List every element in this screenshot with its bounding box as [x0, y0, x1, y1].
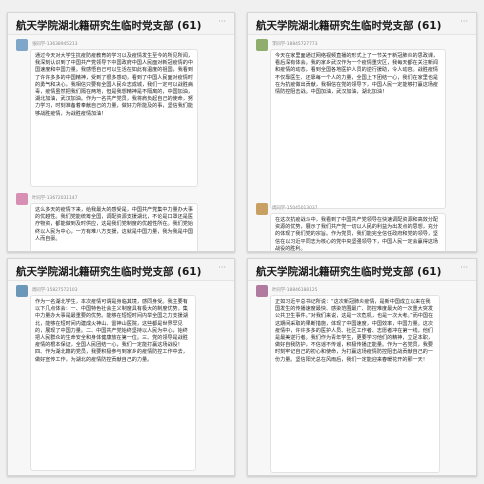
more-options-icon[interactable]: ···: [218, 17, 226, 26]
chat-message: 李同学-18845727773 今天在家里面通过网络视频直播的形式上了一节关于新…: [248, 39, 476, 209]
group-title: 航天学院湖北籍研究生临时党支部 (61): [256, 266, 442, 278]
avatar[interactable]: [256, 285, 268, 297]
chat-panel-top-left: 航天学院湖北籍研究生临时党支部 (61) ··· 张同学-13638945213…: [7, 12, 235, 252]
message-bubble: 正如习近平总书记所说：“这次新冠肺炎疫情，是新中国成立以来在我国发生的传播速度最…: [270, 295, 440, 473]
message-bubble: 今天在家里面通过网络视频直播的形式上了一节关于新冠肺炎的思政课，看后深有体会。我…: [270, 49, 446, 209]
chat-panel-bottom-right: 航天学院湖北籍研究生临时党支部 (61) ··· 叶同学-18846188125…: [247, 258, 477, 476]
more-options-icon[interactable]: ···: [460, 263, 468, 272]
sender-name: 周同学-15827572103: [32, 288, 78, 293]
message-bubble: 这么多天的疫情下来，给我最大的感受是，中国共产党集中力量办大事的优越性。我们党能…: [30, 203, 198, 251]
avatar[interactable]: [16, 39, 28, 51]
chat-panel-bottom-left: 航天学院湖北籍研究生临时党支部 (61) ··· 周同学-15827572103…: [7, 258, 235, 476]
sender-name: 周同学-15045013037: [272, 206, 318, 211]
sender-name: 叶同学-18846188125: [272, 288, 318, 293]
message-bubble: 通过今天对大学生抗疫防疫教育的学习以及疫情发生至今的所见所闻，我深刻认识到了中国…: [30, 49, 198, 187]
chat-message: 叶同学-18846188125 正如习近平总书记所说：“这次新冠肺炎疫情，是新中…: [248, 285, 476, 473]
chat-message: 张同学-13638945213 通过今天对大学生抗疫防疫教育的学习以及疫情发生至…: [8, 39, 234, 187]
group-title: 航天学院湖北籍研究生临时党支部 (61): [256, 20, 442, 32]
chat-panel-top-right: 航天学院湖北籍研究生临时党支部 (61) ··· 李同学-18845727773…: [247, 12, 477, 252]
sender-name: 李同学-18845727773: [272, 42, 318, 47]
message-bubble: 在这次抗疫战斗中，我看到了中国共产党领导在快速调配资源和高效分配资源的优势，展示…: [270, 213, 446, 251]
sender-name: 张同学-13638945213: [32, 42, 78, 47]
avatar[interactable]: [16, 285, 28, 297]
chat-message: 周同学-15827572103 作为一名湖北学生，本次疫情可谓是身临其境，感同身…: [8, 285, 234, 471]
group-title: 航天学院湖北籍研究生临时党支部 (61): [16, 266, 202, 278]
group-title: 航天学院湖北籍研究生临时党支部 (61): [16, 20, 202, 32]
avatar[interactable]: [16, 193, 28, 205]
avatar[interactable]: [256, 39, 268, 51]
chat-message: 叶同学-13672031147 这么多天的疫情下来，给我最大的感受是，中国共产党…: [8, 193, 234, 251]
avatar[interactable]: [256, 203, 268, 215]
message-bubble: 作为一名湖北学生，本次疫情可谓是身临其境，感同身受。我主要有以下几点体会：一、中…: [30, 295, 196, 471]
more-options-icon[interactable]: ···: [460, 17, 468, 26]
sender-name: 叶同学-13672031147: [32, 196, 78, 201]
chat-message: 周同学-15045013037 在这次抗疫战斗中，我看到了中国共产党领导在快速调…: [248, 203, 476, 251]
more-options-icon[interactable]: ···: [218, 263, 226, 272]
